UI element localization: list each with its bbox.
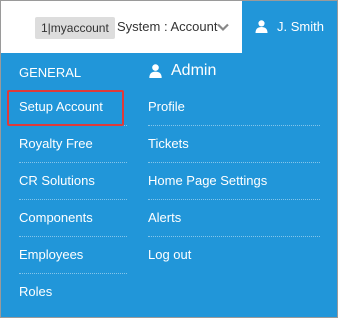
menu-item-label: CR Solutions [19,173,95,188]
user-name: J. Smith [277,19,324,34]
menu-item-log-out[interactable]: Log out [148,237,320,274]
menu-item-tickets[interactable]: Tickets [148,126,320,163]
menu-item-label: Employees [19,247,84,262]
account-badge: 1|myaccount [35,17,115,39]
menu-item-setup-account[interactable]: Setup Account [19,89,127,126]
account-menu-window: 1|myaccount System : Account J. Smith GE… [0,0,338,318]
menu-item-alerts[interactable]: Alerts [148,200,320,237]
menu-item-royalty-free[interactable]: Royalty Free [19,126,127,163]
chevron-down-icon[interactable] [217,23,229,32]
menu-item-profile[interactable]: Profile [148,89,320,126]
system-account-dropdown[interactable]: System : Account [117,19,217,34]
user-icon [255,20,268,33]
menu-item-components[interactable]: Components [19,200,127,237]
user-dropdown-panel: GENERAL Setup Account Royalty Free CR So… [1,53,337,317]
menu-item-employees[interactable]: Employees [19,237,127,274]
menu-item-label: Roles [19,284,53,299]
top-bar: 1|myaccount System : Account J. Smith [1,1,337,53]
menu-item-label: Profile [148,99,185,114]
menu-item-label: Alerts [148,210,182,225]
menu-item-label: Components [19,210,93,225]
user-menu-button[interactable]: J. Smith [242,1,337,53]
menu-item-home-page-settings[interactable]: Home Page Settings [148,163,320,200]
menu-item-label: Home Page Settings [148,173,268,188]
menu-item-cr-solutions[interactable]: CR Solutions [19,163,127,200]
menu-item-label: Log out [148,247,192,262]
menu-item-label: Tickets [148,136,189,151]
menu-item-label: Royalty Free [19,136,93,151]
user-icon [149,64,162,78]
admin-heading-label: Admin [171,62,217,79]
menu-item-label: Setup Account [19,99,103,114]
general-heading: GENERAL [19,65,82,80]
menu-item-roles[interactable]: Roles [19,274,127,311]
